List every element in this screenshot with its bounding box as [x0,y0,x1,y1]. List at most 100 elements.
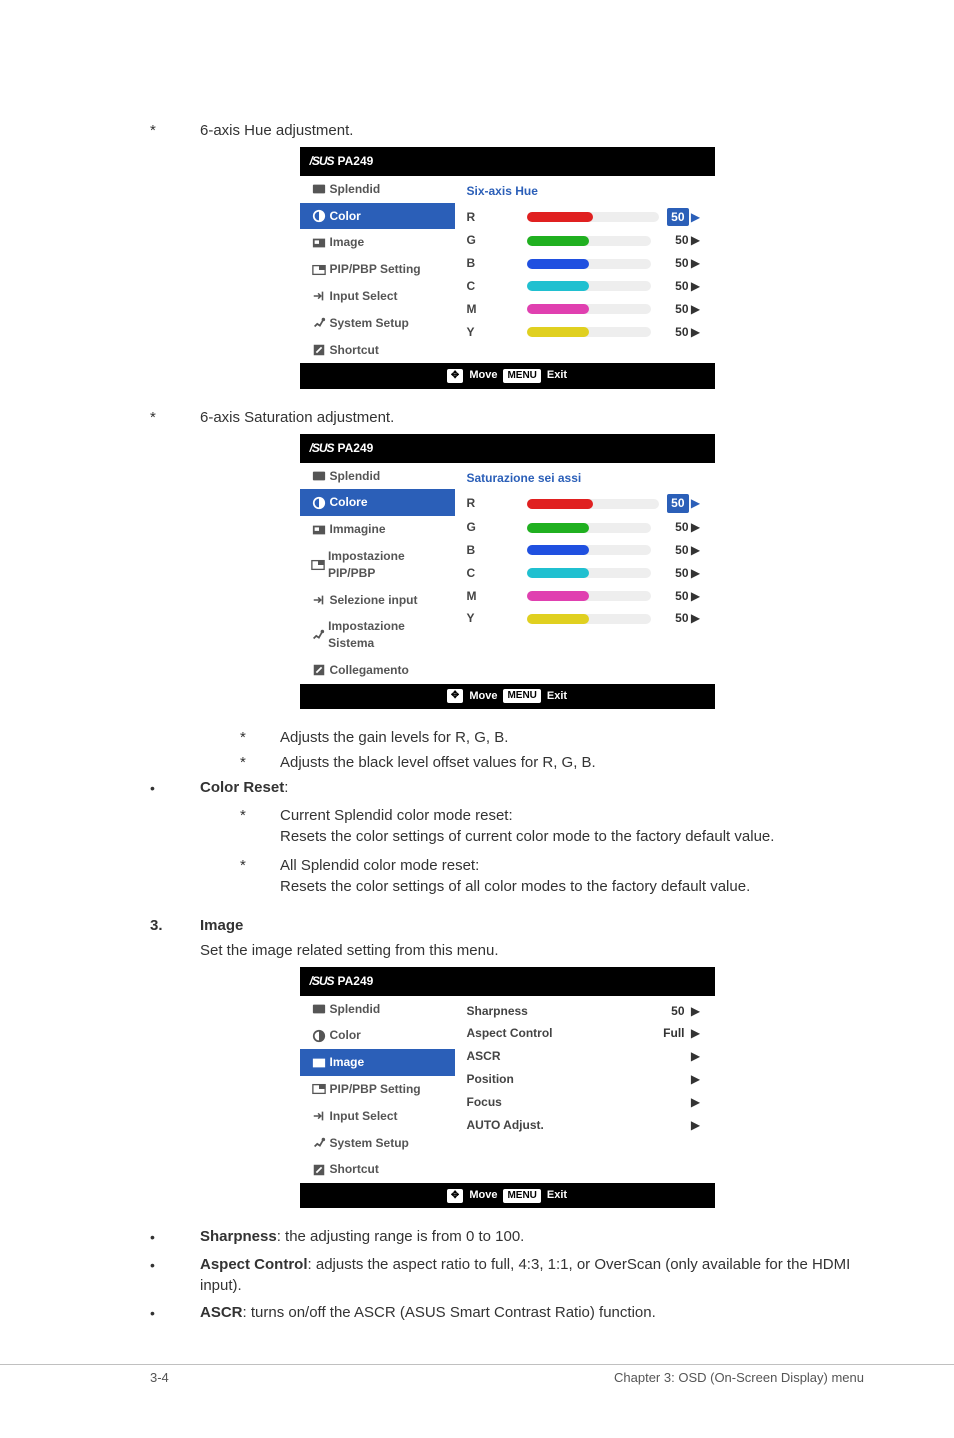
osd-model: PA249 [338,973,374,990]
arrow-icon: ▶ [689,301,703,318]
osd-side-item[interactable]: Splendid [300,996,455,1023]
osd-side-item[interactable]: Immagine [300,516,455,543]
arrow-icon: ▶ [689,1048,703,1065]
osd-value-row[interactable]: M50▶ [467,298,703,321]
osd-value-row[interactable]: R50▶ [467,205,703,230]
aspect-row: Aspect Control: adjusts the aspect ratio… [200,1254,864,1296]
osd-value-row[interactable]: M50▶ [467,585,703,608]
black-adj-text: Adjusts the black level offset values fo… [280,752,596,773]
osd-side-item[interactable]: Input Select [300,1103,455,1130]
arrow-icon: ▶ [689,255,703,272]
osd-side-item[interactable]: Image [300,229,455,256]
menu-key-icon: MENU [503,689,540,703]
osd-side-item[interactable]: Shortcut [300,1156,455,1183]
osd-side-item[interactable]: Splendid [300,176,455,203]
channel-label: B [467,542,527,559]
side-icon [308,1136,330,1150]
side-icon [308,628,329,642]
osd-value-row[interactable]: G50▶ [467,516,703,539]
osd-value-row[interactable]: Y50▶ [467,607,703,630]
arrow-icon: ▶ [689,610,703,627]
value-bar [527,327,651,337]
aspect-label: Aspect Control [200,1256,308,1273]
asterisk: * [150,407,200,428]
value-number: 50 [659,324,689,341]
osd-value-row[interactable]: AUTO Adjust.▶ [467,1114,703,1137]
channel-label: M [467,588,527,605]
value-bar [527,281,651,291]
osd-side-item[interactable]: Colore [300,489,455,516]
osd-side-item[interactable]: PIP/PBP Setting [300,256,455,283]
nav-key-icon: ✥ [447,369,463,383]
osd-value-row[interactable]: Focus▶ [467,1091,703,1114]
side-label: Impostazione Sistema [328,618,446,652]
page-number: 3-4 [150,1369,169,1387]
side-label: Splendid [330,468,381,485]
side-icon [308,236,330,250]
side-icon [308,263,330,277]
asus-logo: /SUS [310,973,334,990]
osd-value-row[interactable]: B50▶ [467,539,703,562]
osd-side-item[interactable]: Splendid [300,463,455,490]
osd-value-row[interactable]: C50▶ [467,275,703,298]
ascr-row: ASCR: turns on/off the ASCR (ASUS Smart … [200,1302,656,1324]
osd-side-item[interactable]: Color [300,1022,455,1049]
osd-value-row[interactable]: B50▶ [467,252,703,275]
value-number: 50 [659,519,689,536]
osd-value-row[interactable]: Aspect ControlFull▶ [467,1022,703,1045]
side-icon [308,1002,330,1016]
osd-side-item[interactable]: Impostazione PIP/PBP [300,543,455,587]
value-bar [527,614,651,624]
osd-side-item[interactable]: Input Select [300,283,455,310]
nav-key-icon: ✥ [447,1189,463,1203]
side-icon [308,182,330,196]
osd-screenshot-hue: /SUS PA249 SplendidColorImagePIP/PBP Set… [300,147,715,389]
osd-model: PA249 [338,153,374,170]
setting-label: Aspect Control [467,1025,649,1042]
side-label: Collegamento [330,662,409,679]
cr-current-body: Resets the color settings of current col… [280,826,774,847]
side-label: Input Select [330,1108,398,1125]
sharpness-label: Sharpness [200,1228,277,1245]
side-icon [308,343,330,357]
side-label: Input Select [330,288,398,305]
asterisk: * [240,752,280,773]
osd-value-row[interactable]: Position▶ [467,1068,703,1091]
osd-value-row[interactable]: R50▶ [467,491,703,516]
osd-value-row[interactable]: ASCR▶ [467,1045,703,1068]
side-icon [308,663,330,677]
osd-side-item[interactable]: PIP/PBP Setting [300,1076,455,1103]
channel-label: M [467,301,527,318]
osd-value-row[interactable]: Y50▶ [467,321,703,344]
arrow-icon: ▶ [689,519,703,536]
menu-key-icon: MENU [503,1189,540,1203]
osd-side-item[interactable]: Collegamento [300,657,455,684]
side-label: Shortcut [330,342,379,359]
side-label: Splendid [330,181,381,198]
value-number: 50 [659,588,689,605]
value-number: 50 [659,278,689,295]
value-number: 50 [659,610,689,627]
osd-side-item[interactable]: Selezione input [300,587,455,614]
osd-value-row[interactable]: Sharpness50▶ [467,1000,703,1023]
osd-value-row[interactable]: C50▶ [467,562,703,585]
asterisk: * [240,805,280,847]
osd-side-item[interactable]: Shortcut [300,337,455,364]
move-label: Move [469,689,497,704]
menu-key-icon: MENU [503,369,540,383]
osd-side-item[interactable]: Image [300,1049,455,1076]
channel-label: C [467,278,527,295]
osd-side-item[interactable]: System Setup [300,310,455,337]
side-label: Splendid [330,1001,381,1018]
side-label: Colore [330,494,368,511]
osd-side-item[interactable]: System Setup [300,1130,455,1157]
osd-side-item[interactable]: Color [300,203,455,230]
side-label: PIP/PBP Setting [330,261,421,278]
chapter-title: Chapter 3: OSD (On-Screen Display) menu [614,1369,864,1387]
osd-value-row[interactable]: G50▶ [467,229,703,252]
move-label: Move [469,368,497,383]
section-number: 3. [150,915,200,936]
setting-value: 50 [649,1003,689,1020]
osd-side-item[interactable]: Impostazione Sistema [300,613,455,657]
side-icon [308,1029,330,1043]
